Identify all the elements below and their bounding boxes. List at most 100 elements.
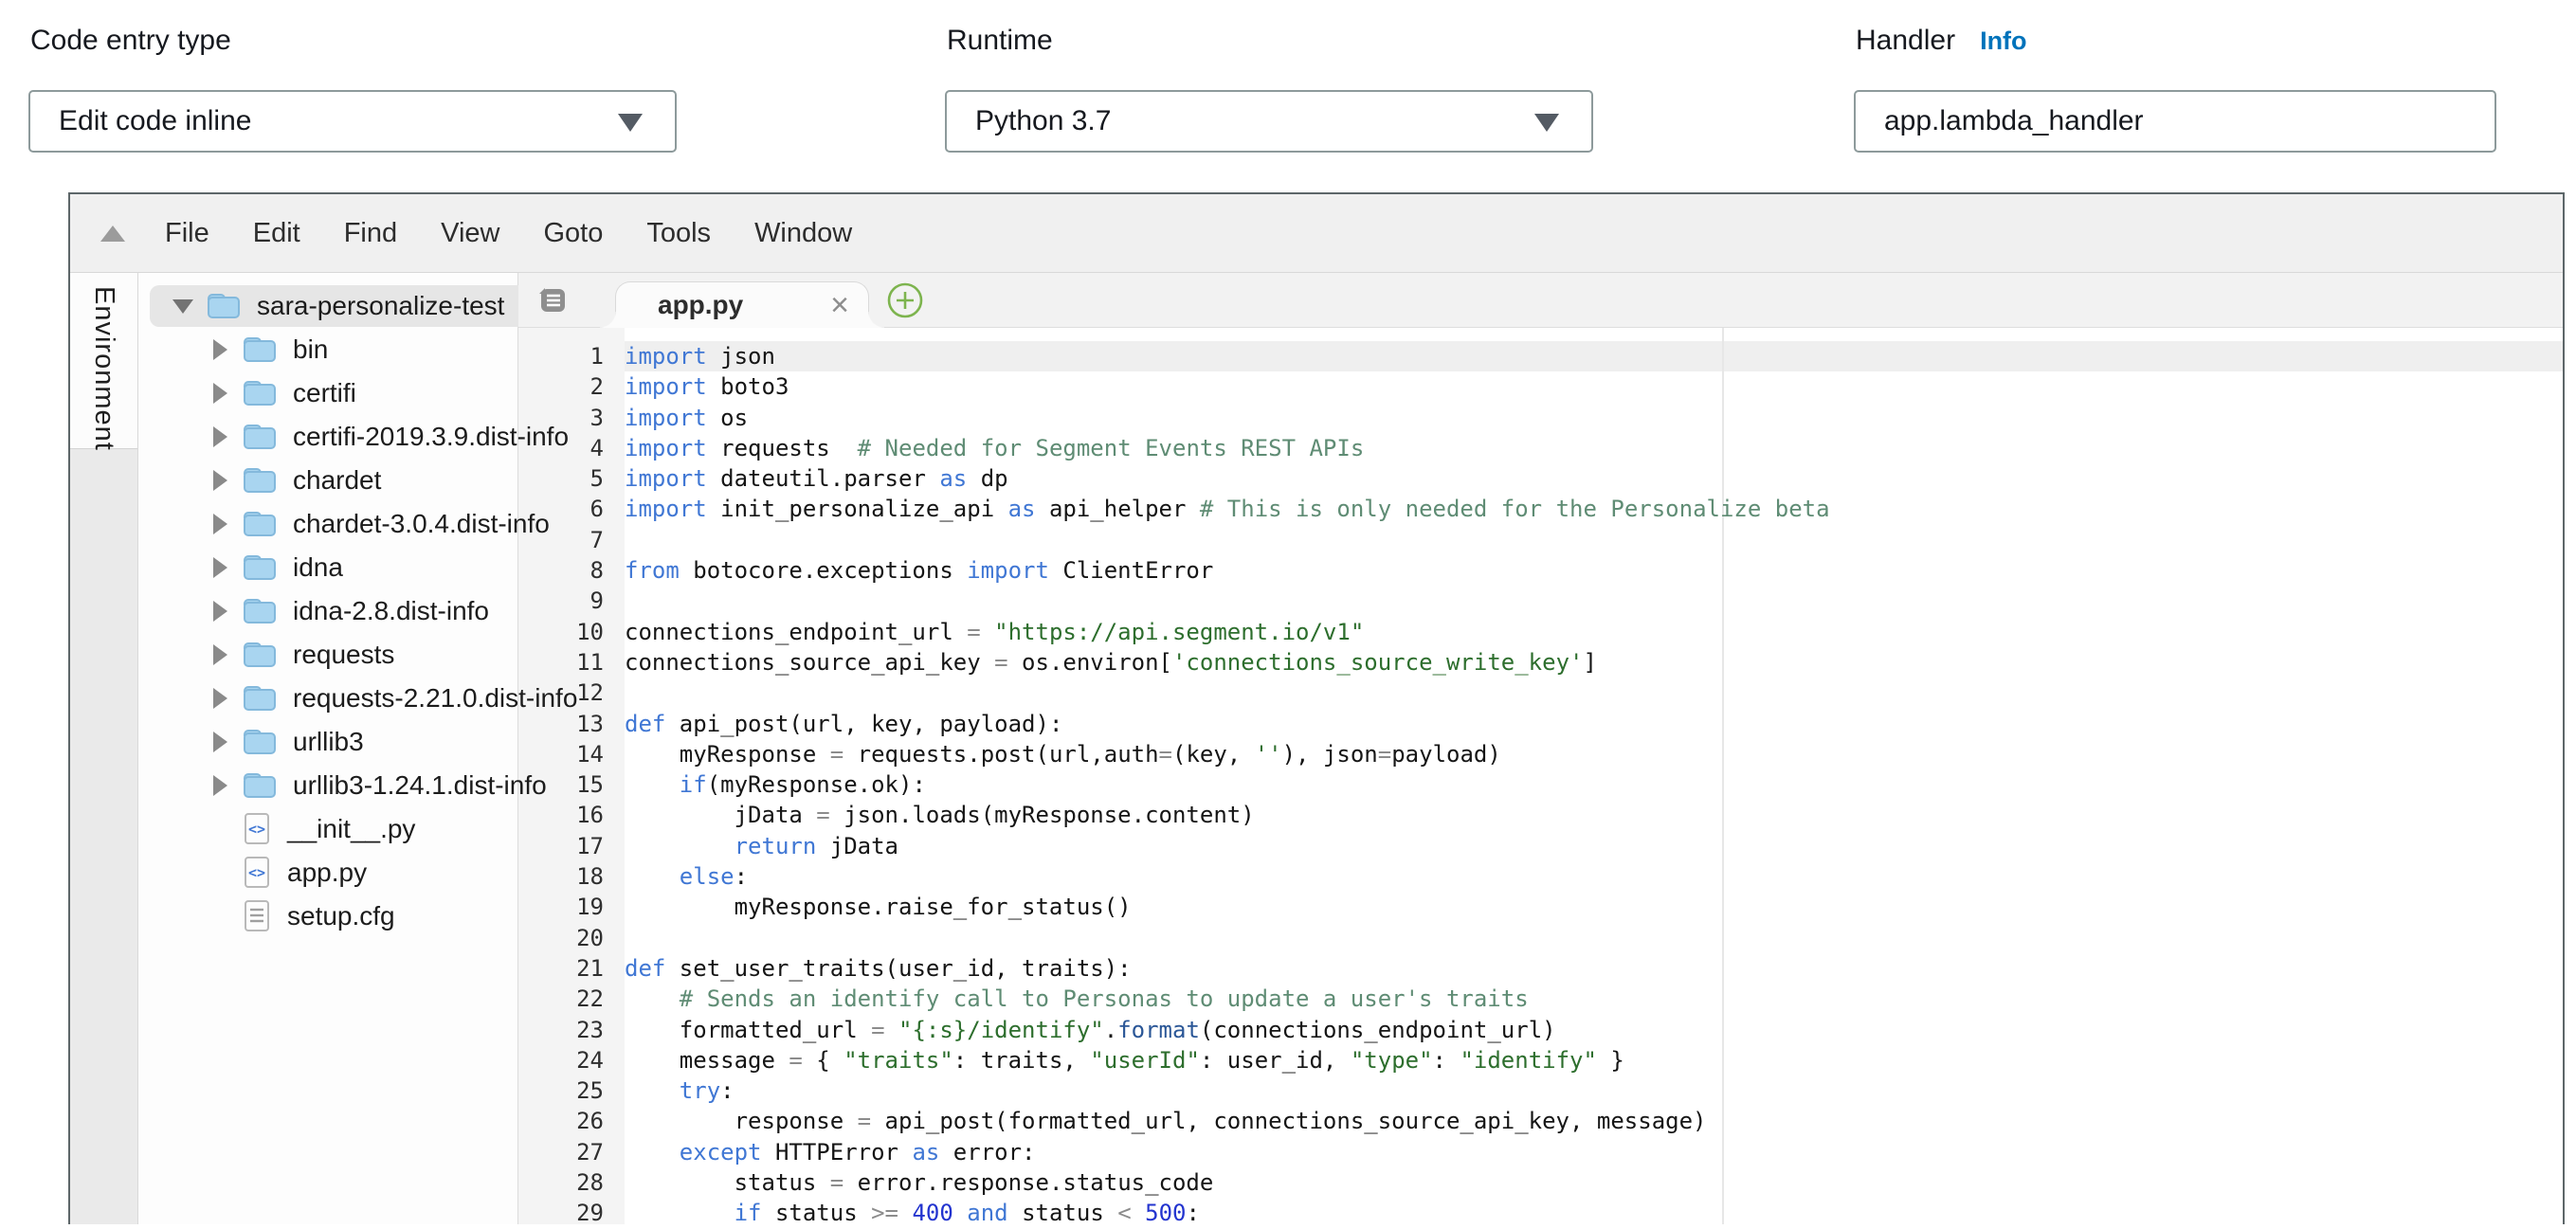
code-line-1[interactable]: import json	[625, 341, 2563, 371]
tab-strip: app.py ×	[518, 273, 2563, 328]
folder-icon	[242, 770, 278, 801]
tree-folder-requests-2.21.0.dist-info[interactable]: requests-2.21.0.dist-info	[138, 677, 517, 720]
tree-folder-idna[interactable]: idna	[138, 546, 517, 589]
tree-folder-chardet-3.0.4.dist-info[interactable]: chardet-3.0.4.dist-info	[138, 502, 517, 546]
chevron-collapsed-icon[interactable]	[213, 470, 227, 491]
folder-icon	[206, 291, 242, 321]
line-number: 20	[518, 923, 625, 953]
chevron-expanded-icon[interactable]	[172, 299, 193, 314]
code-entry-type-select[interactable]: Edit code inline	[28, 90, 677, 153]
code-line-8[interactable]: from botocore.exceptions import ClientEr…	[625, 555, 2563, 586]
runtime-select[interactable]: Python 3.7	[945, 90, 1593, 153]
tree-item-label: chardet	[293, 465, 381, 496]
python-file-icon: <>	[242, 855, 272, 891]
tree-file-setup.cfg[interactable]: setup.cfg	[138, 895, 517, 938]
code-line-28[interactable]: status = error.response.status_code	[625, 1167, 2563, 1198]
menu-item-find[interactable]: Find	[344, 218, 397, 248]
tab-list-icon[interactable]	[535, 284, 568, 321]
chevron-collapsed-icon[interactable]	[213, 601, 227, 622]
tree-folder-bin[interactable]: bin	[138, 328, 517, 371]
code-line-24[interactable]: message = { "traits": traits, "userId": …	[625, 1045, 2563, 1075]
code-line-2[interactable]: import boto3	[625, 371, 2563, 402]
python-file-icon: <>	[242, 811, 272, 847]
chevron-collapsed-icon[interactable]	[213, 557, 227, 578]
code-line-10[interactable]: connections_endpoint_url = "https://api.…	[625, 617, 2563, 647]
code-line-6[interactable]: import init_personalize_api as api_helpe…	[625, 494, 2563, 524]
line-number: 23	[518, 1015, 625, 1045]
code-line-16[interactable]: jData = json.loads(myResponse.content)	[625, 800, 2563, 830]
chevron-collapsed-icon[interactable]	[213, 514, 227, 534]
menu-item-window[interactable]: Window	[754, 218, 852, 248]
code-line-4[interactable]: import requests # Needed for Segment Eve…	[625, 433, 2563, 463]
tree-item-label: requests	[293, 640, 394, 670]
code-line-19[interactable]: myResponse.raise_for_status()	[625, 892, 2563, 922]
tree-root-folder[interactable]: sara-personalize-test	[138, 284, 517, 328]
code-line-22[interactable]: # Sends an identify call to Personas to …	[625, 984, 2563, 1014]
chevron-collapsed-icon[interactable]	[213, 688, 227, 709]
close-tab-icon[interactable]: ×	[830, 289, 849, 321]
code-entry-type-value: Edit code inline	[59, 105, 251, 137]
tree-folder-urllib3[interactable]: urllib3	[138, 720, 517, 764]
tab-app-py[interactable]: app.py ×	[615, 281, 869, 328]
tree-file-app.py[interactable]: <> app.py	[138, 851, 517, 895]
handler-input[interactable]: app.lambda_handler	[1854, 90, 2496, 153]
tree-folder-chardet[interactable]: chardet	[138, 459, 517, 502]
editor-menubar: File Edit Find View Goto Tools Window	[70, 194, 2563, 273]
tree-folder-urllib3-1.24.1.dist-info[interactable]: urllib3-1.24.1.dist-info	[138, 764, 517, 807]
runtime-label: Runtime	[947, 25, 1053, 57]
handler-info-link[interactable]: Info	[1980, 27, 2026, 55]
chevron-collapsed-icon[interactable]	[213, 775, 227, 796]
code-line-18[interactable]: else:	[625, 861, 2563, 892]
code-line-13[interactable]: def api_post(url, key, payload):	[625, 709, 2563, 739]
code-line-17[interactable]: return jData	[625, 831, 2563, 861]
code-line-7[interactable]	[625, 525, 2563, 555]
tree-item-label: certifi-2019.3.9.dist-info	[293, 422, 569, 452]
code-line-27[interactable]: except HTTPError as error:	[625, 1137, 2563, 1167]
chevron-collapsed-icon[interactable]	[213, 426, 227, 447]
tree-item-label: requests-2.21.0.dist-info	[293, 683, 577, 714]
chevron-collapsed-icon[interactable]	[213, 383, 227, 404]
line-number: 27	[518, 1137, 625, 1167]
environment-tab[interactable]: Environment	[70, 273, 137, 449]
handler-value: app.lambda_handler	[1884, 105, 2144, 137]
menu-item-file[interactable]: File	[165, 218, 209, 248]
collapse-editor-icon[interactable]	[100, 226, 125, 242]
folder-icon	[242, 596, 278, 626]
code-line-23[interactable]: formatted_url = "{:s}/identify".format(c…	[625, 1015, 2563, 1045]
code-line-15[interactable]: if(myResponse.ok):	[625, 769, 2563, 800]
tree-file-__init__.py[interactable]: <> __init__.py	[138, 807, 517, 851]
code-line-29[interactable]: if status >= 400 and status < 500:	[625, 1198, 2563, 1224]
menu-item-view[interactable]: View	[441, 218, 499, 248]
chevron-collapsed-icon[interactable]	[213, 339, 227, 360]
code-line-5[interactable]: import dateutil.parser as dp	[625, 463, 2563, 494]
code-line-9[interactable]	[625, 586, 2563, 616]
tree-folder-requests[interactable]: requests	[138, 633, 517, 677]
tree-item-label: __init__.py	[287, 814, 415, 844]
tree-folder-certifi[interactable]: certifi	[138, 371, 517, 415]
menu-item-goto[interactable]: Goto	[543, 218, 603, 248]
menu-item-edit[interactable]: Edit	[253, 218, 300, 248]
code-line-20[interactable]	[625, 923, 2563, 953]
line-number: 2	[518, 371, 625, 402]
new-tab-button[interactable]	[886, 281, 924, 319]
code-line-25[interactable]: try:	[625, 1075, 2563, 1106]
runtime-value: Python 3.7	[975, 105, 1111, 137]
tree-item-label: idna-2.8.dist-info	[293, 596, 489, 626]
tree-item-label: sara-personalize-test	[257, 291, 504, 321]
code-content[interactable]: import jsonimport boto3import osimport r…	[625, 328, 2563, 1224]
tree-folder-certifi-2019.3.9.dist-info[interactable]: certifi-2019.3.9.dist-info	[138, 415, 517, 459]
code-line-3[interactable]: import os	[625, 403, 2563, 433]
config-file-icon	[242, 898, 272, 934]
code-line-26[interactable]: response = api_post(formatted_url, conne…	[625, 1106, 2563, 1136]
code-line-14[interactable]: myResponse = requests.post(url,auth=(key…	[625, 739, 2563, 769]
code-area: 1234567891011121314151617181920212223242…	[518, 328, 2563, 1224]
menu-item-tools[interactable]: Tools	[646, 218, 711, 248]
code-line-12[interactable]	[625, 678, 2563, 708]
line-number: 16	[518, 800, 625, 830]
chevron-collapsed-icon[interactable]	[213, 732, 227, 752]
folder-icon	[242, 640, 278, 670]
chevron-collapsed-icon[interactable]	[213, 644, 227, 665]
tree-folder-idna-2.8.dist-info[interactable]: idna-2.8.dist-info	[138, 589, 517, 633]
code-line-11[interactable]: connections_source_api_key = os.environ[…	[625, 647, 2563, 678]
code-line-21[interactable]: def set_user_traits(user_id, traits):	[625, 953, 2563, 984]
